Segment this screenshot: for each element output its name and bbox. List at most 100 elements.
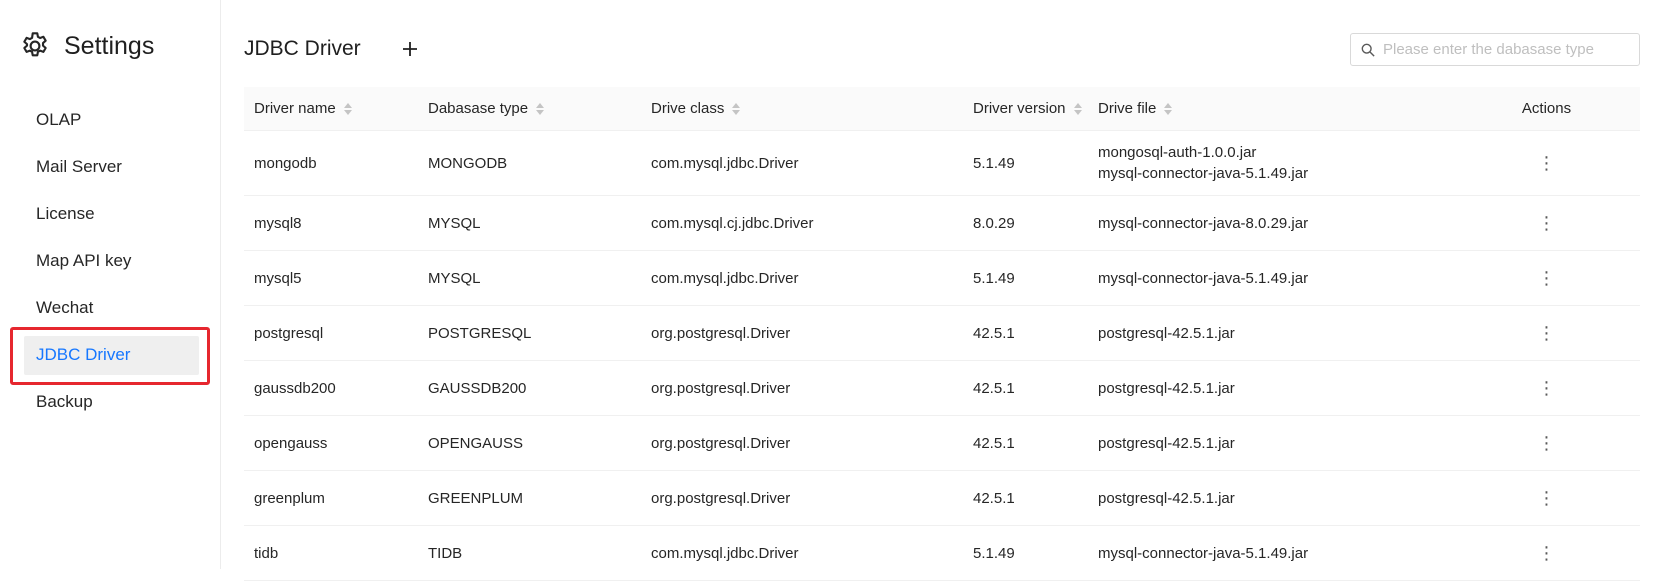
table-row[interactable]: mysql5 MYSQL com.mysql.jdbc.Driver 5.1.49 my…: [244, 250, 1640, 306]
driver-version-cell: 42.5.1: [963, 305, 1088, 361]
driver-name-cell: greenplum: [244, 470, 418, 526]
database-type-cell: POSTGRESQL: [418, 305, 641, 361]
drive-file-name: mysql-connector-java-5.1.49.jar: [1098, 269, 1309, 287]
driver-name-cell: opengauss: [244, 415, 418, 471]
table-header-row: Driver name Dabasase type Drive class Dr…: [244, 87, 1640, 131]
drive-file-cell: mysql-connector-java-5.1.49.jar: [1088, 250, 1453, 306]
sort-icon[interactable]: [343, 103, 352, 116]
drive-class-cell: org.postgresql.Driver: [641, 470, 963, 526]
settings-sidebar: Settings OLAP Mail Server License Map API k…: [0, 0, 221, 569]
database-type-cell: MYSQL: [418, 195, 641, 251]
database-type-cell: GAUSSDB200: [418, 360, 641, 416]
table-row[interactable]: mysql8 MYSQL com.mysql.cj.jdbc.Driver 8.0.2…: [244, 195, 1640, 251]
driver-name-cell: mongodb: [244, 130, 418, 196]
sidebar-item-license[interactable]: License: [0, 190, 220, 237]
column-header-database-type[interactable]: Dabasase type: [418, 87, 641, 131]
driver-version-cell: 5.1.49: [963, 130, 1088, 196]
column-label: Dabasase type: [428, 100, 529, 117]
drive-file-name: postgresql-42.5.1.jar: [1098, 324, 1235, 342]
add-driver-button[interactable]: [397, 36, 423, 62]
sort-icon[interactable]: [536, 103, 545, 116]
sidebar-item-mail-server[interactable]: Mail Server: [0, 143, 220, 190]
main-content: JDBC Driver Driver name Dabasase type Dr…: [221, 0, 1660, 581]
column-header-drive-file[interactable]: Drive file: [1088, 87, 1453, 131]
table-row[interactable]: postgresql POSTGRESQL org.postgresql.Drive…: [244, 305, 1640, 361]
more-actions-icon[interactable]: ⋮: [1453, 305, 1640, 361]
drive-file-name: mysql-connector-java-5.1.49.jar: [1098, 544, 1309, 562]
driver-version-cell: 42.5.1: [963, 470, 1088, 526]
more-actions-icon[interactable]: ⋮: [1453, 360, 1640, 416]
column-label: Driver name: [254, 100, 336, 117]
column-header-driver-name[interactable]: Driver name: [244, 87, 418, 131]
drive-class-cell: org.postgresql.Driver: [641, 305, 963, 361]
search-icon: [1361, 43, 1375, 57]
more-actions-icon[interactable]: ⋮: [1453, 525, 1640, 581]
more-actions-icon[interactable]: ⋮: [1453, 130, 1640, 196]
drive-file-cell: mongosql-auth-1.0.0.jar mysql-connector-j…: [1088, 130, 1453, 196]
sort-icon[interactable]: [1073, 103, 1082, 116]
column-label: Actions: [1521, 100, 1572, 117]
plus-icon: [403, 42, 417, 56]
driver-name-cell: gaussdb200: [244, 360, 418, 416]
drive-file-cell: postgresql-42.5.1.jar: [1088, 415, 1453, 471]
driver-version-cell: 5.1.49: [963, 525, 1088, 581]
sidebar-item-map-api-key[interactable]: Map API key: [0, 237, 220, 284]
database-type-cell: MONGODB: [418, 130, 641, 196]
drive-file-name: mongosql-auth-1.0.0.jar: [1098, 144, 1257, 161]
sidebar-item-backup[interactable]: Backup: [0, 378, 220, 425]
drive-file-name: mysql-connector-java-8.0.29.jar: [1098, 214, 1309, 232]
settings-title: Settings: [64, 31, 155, 60]
drive-file-cell: postgresql-42.5.1.jar: [1088, 470, 1453, 526]
table-row[interactable]: mongodb MONGODB com.mysql.jdbc.Driver 5.1.4…: [244, 130, 1640, 196]
drive-class-cell: org.postgresql.Driver: [641, 360, 963, 416]
column-label: Drive file: [1098, 100, 1157, 117]
drive-file-cell: mysql-connector-java-8.0.29.jar: [1088, 195, 1453, 251]
driver-name-cell: mysql5: [244, 250, 418, 306]
database-type-cell: GREENPLUM: [418, 470, 641, 526]
drive-class-cell: org.postgresql.Driver: [641, 415, 963, 471]
database-type-cell: OPENGAUSS: [418, 415, 641, 471]
driver-name-cell: mysql8: [244, 195, 418, 251]
settings-header: Settings: [19, 30, 154, 62]
database-type-cell: MYSQL: [418, 250, 641, 306]
sidebar-item-jdbc-driver[interactable]: JDBC Driver: [0, 331, 220, 378]
drive-class-cell: com.mysql.jdbc.Driver: [641, 525, 963, 581]
drive-file-name: postgresql-42.5.1.jar: [1098, 434, 1235, 452]
sidebar-item-olap[interactable]: OLAP: [0, 96, 220, 143]
sidebar-item-wechat[interactable]: Wechat: [0, 284, 220, 331]
drive-class-cell: com.mysql.jdbc.Driver: [641, 130, 963, 196]
drive-file-cell: mysql-connector-java-5.1.49.jar: [1088, 525, 1453, 581]
table-row[interactable]: gaussdb200 GAUSSDB200 org.postgresql.Drive…: [244, 360, 1640, 416]
more-actions-icon[interactable]: ⋮: [1453, 470, 1640, 526]
table-body: mongodb MONGODB com.mysql.jdbc.Driver 5.1.4…: [244, 130, 1640, 581]
column-header-driver-version[interactable]: Driver version: [963, 87, 1088, 131]
sort-icon[interactable]: [1164, 103, 1173, 116]
drive-file-name: postgresql-42.5.1.jar: [1098, 379, 1235, 397]
table-row[interactable]: tidb TIDB com.mysql.jdbc.Driver 5.1.49 mysql…: [244, 525, 1640, 581]
drive-file-name: mysql-connector-java-5.1.49.jar: [1098, 165, 1309, 182]
page-title: JDBC Driver: [244, 37, 361, 60]
driver-name-cell: postgresql: [244, 305, 418, 361]
column-header-actions: Actions: [1453, 87, 1640, 131]
driver-version-cell: 42.5.1: [963, 415, 1088, 471]
column-label: Driver version: [973, 100, 1066, 117]
gear-icon: [23, 32, 47, 57]
drive-class-cell: com.mysql.jdbc.Driver: [641, 250, 963, 306]
more-actions-icon[interactable]: ⋮: [1453, 195, 1640, 251]
driver-version-cell: 5.1.49: [963, 250, 1088, 306]
table-row[interactable]: opengauss OPENGAUSS org.postgresql.Driver 4…: [244, 415, 1640, 471]
sort-icon[interactable]: [732, 103, 741, 116]
more-actions-icon[interactable]: ⋮: [1453, 250, 1640, 306]
more-actions-icon[interactable]: ⋮: [1453, 415, 1640, 471]
jdbc-driver-table: Driver name Dabasase type Drive class Dr…: [244, 87, 1640, 581]
driver-version-cell: 8.0.29: [963, 195, 1088, 251]
drive-file-cell: postgresql-42.5.1.jar: [1088, 360, 1453, 416]
drive-file-name: postgresql-42.5.1.jar: [1098, 489, 1235, 507]
database-type-cell: TIDB: [418, 525, 641, 581]
driver-name-cell: tidb: [244, 525, 418, 581]
column-header-drive-class[interactable]: Drive class: [641, 87, 963, 131]
search-box: [1350, 33, 1640, 66]
table-row[interactable]: greenplum GREENPLUM org.postgresql.Driver 4…: [244, 470, 1640, 526]
drive-class-cell: com.mysql.cj.jdbc.Driver: [641, 195, 963, 251]
search-input[interactable]: [1381, 40, 1625, 59]
